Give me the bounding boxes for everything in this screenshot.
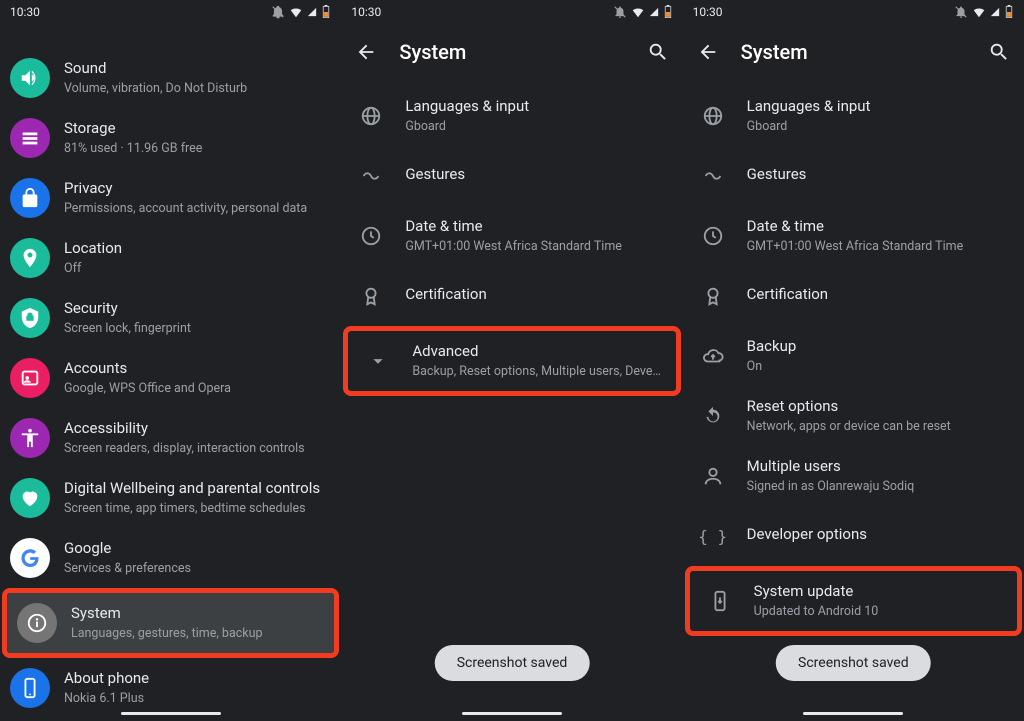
battery-icon — [321, 5, 331, 19]
sound-icon — [10, 58, 50, 98]
row-google[interactable]: GoogleServices & preferences — [0, 528, 341, 588]
status-icons — [954, 5, 1014, 19]
reset-icon — [693, 396, 733, 436]
clock-icon — [693, 216, 733, 256]
system-panel-expanded: 10:30 System Languages & inputGboard Ges… — [683, 0, 1024, 721]
dnd-icon — [271, 5, 285, 19]
system-panel-collapsed: 10:30 System Languages & inputGboard Ges… — [341, 0, 682, 721]
highlight-advanced: AdvancedBackup, Reset options, Multiple … — [343, 326, 680, 396]
row-datetime[interactable]: Date & timeGMT+01:00 West Africa Standar… — [341, 206, 682, 266]
dnd-icon — [954, 5, 968, 19]
row-certification[interactable]: Certification — [341, 266, 682, 326]
row-about-phone[interactable]: About phoneNokia 6.1 Plus — [0, 658, 341, 718]
row-security[interactable]: SecurityScreen lock, fingerprint — [0, 288, 341, 348]
badge-icon — [693, 276, 733, 316]
row-location[interactable]: LocationOff — [0, 228, 341, 288]
highlight-system-update: System updateUpdated to Android 10 — [685, 566, 1022, 636]
gestures-icon — [693, 156, 733, 196]
status-bar: 10:30 — [341, 0, 682, 24]
about-phone-icon — [10, 668, 50, 708]
search-icon[interactable] — [988, 41, 1010, 63]
badge-icon — [351, 276, 391, 316]
row-privacy[interactable]: PrivacyPermissions, account activity, pe… — [0, 168, 341, 228]
cloud-icon — [693, 336, 733, 376]
row-title: Sound — [64, 59, 327, 79]
settings-main-panel: 10:30 Sound Volume, vibration, Do Not Dis… — [0, 0, 341, 721]
row-system-update[interactable]: System updateUpdated to Android 10 — [690, 571, 1017, 631]
braces-icon: { } — [693, 516, 733, 556]
row-wellbeing[interactable]: Digital Wellbeing and parental controlsS… — [0, 468, 341, 528]
page-title: System — [399, 40, 624, 64]
row-languages[interactable]: Languages & inputGboard — [683, 86, 1024, 146]
row-accessibility[interactable]: AccessibilityScreen readers, display, in… — [0, 408, 341, 468]
clock: 10:30 — [693, 5, 723, 19]
nav-bar[interactable] — [121, 712, 221, 715]
user-icon — [693, 456, 733, 496]
nav-bar[interactable] — [462, 712, 562, 715]
row-storage[interactable]: Storage81% used · 11.96 GB free — [0, 108, 341, 168]
wifi-icon — [289, 5, 303, 19]
signal-icon — [649, 5, 659, 19]
toast[interactable]: Screenshot saved — [776, 645, 931, 681]
privacy-icon — [10, 178, 50, 218]
clock: 10:30 — [351, 5, 381, 19]
row-users[interactable]: Multiple usersSigned in as Olanrewaju So… — [683, 446, 1024, 506]
back-icon[interactable] — [697, 41, 719, 63]
back-icon[interactable] — [355, 41, 377, 63]
status-icons — [613, 5, 673, 19]
wifi-icon — [972, 5, 986, 19]
highlight-system: SystemLanguages, gestures, time, backup — [2, 588, 339, 658]
search-icon[interactable] — [647, 41, 669, 63]
google-icon — [10, 538, 50, 578]
wellbeing-icon — [10, 478, 50, 518]
row-advanced[interactable]: AdvancedBackup, Reset options, Multiple … — [348, 331, 675, 391]
dnd-icon — [613, 5, 627, 19]
row-gestures[interactable]: Gestures — [683, 146, 1024, 206]
row-languages[interactable]: Languages & inputGboard — [341, 86, 682, 146]
accounts-icon — [10, 358, 50, 398]
row-datetime[interactable]: Date & timeGMT+01:00 West Africa Standar… — [683, 206, 1024, 266]
row-system[interactable]: SystemLanguages, gestures, time, backup — [7, 593, 334, 653]
chevron-down-icon — [358, 341, 398, 381]
update-icon — [700, 581, 740, 621]
security-icon — [10, 298, 50, 338]
page-title: System — [741, 40, 966, 64]
app-bar: System — [341, 24, 682, 80]
row-certification[interactable]: Certification — [683, 266, 1024, 326]
toast[interactable]: Screenshot saved — [435, 645, 590, 681]
wifi-icon — [631, 5, 645, 19]
battery-icon — [663, 5, 673, 19]
row-sub: Volume, vibration, Do Not Disturb — [64, 81, 327, 97]
status-icons — [271, 5, 331, 19]
row-developer[interactable]: { } Developer options — [683, 506, 1024, 566]
location-icon — [10, 238, 50, 278]
app-bar: System — [683, 24, 1024, 80]
system-list: Languages & inputGboard Gestures Date & … — [683, 80, 1024, 636]
gestures-icon — [351, 156, 391, 196]
row-reset[interactable]: Reset optionsNetwork, apps or device can… — [683, 386, 1024, 446]
globe-icon — [351, 96, 391, 136]
globe-icon — [693, 96, 733, 136]
accessibility-icon — [10, 418, 50, 458]
battery-icon — [1004, 5, 1014, 19]
row-sound[interactable]: Sound Volume, vibration, Do Not Disturb — [0, 48, 341, 108]
settings-list: Sound Volume, vibration, Do Not Disturb S… — [0, 24, 341, 718]
row-gestures[interactable]: Gestures — [341, 146, 682, 206]
row-backup[interactable]: BackupOn — [683, 326, 1024, 386]
status-bar: 10:30 — [683, 0, 1024, 24]
nav-bar[interactable] — [803, 712, 903, 715]
system-list: Languages & inputGboard Gestures Date & … — [341, 80, 682, 396]
clock-icon — [351, 216, 391, 256]
row-accounts[interactable]: AccountsGoogle, WPS Office and Opera — [0, 348, 341, 408]
system-icon — [17, 603, 57, 643]
signal-icon — [307, 5, 317, 19]
clock: 10:30 — [10, 5, 40, 19]
status-bar: 10:30 — [0, 0, 341, 24]
signal-icon — [990, 5, 1000, 19]
storage-icon — [10, 118, 50, 158]
